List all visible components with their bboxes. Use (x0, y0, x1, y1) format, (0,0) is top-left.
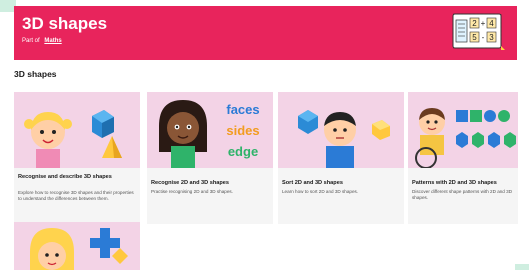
word-label: sides (226, 123, 259, 138)
math-tile: 2 (472, 19, 477, 28)
card-thumbnail: faces sides edge (147, 92, 273, 168)
card-body: Patterns with 2D and 3D shapes Discover … (408, 168, 518, 224)
svg-text:+: + (481, 19, 486, 28)
page-title: 3D shapes (22, 14, 108, 33)
card-body: Recognise and describe 3D shapes Explore… (14, 168, 140, 224)
card-thumbnail (408, 92, 518, 168)
card-thumbnail (14, 92, 140, 168)
maths-board-icon: 2 + 4 5 - 3 (452, 13, 505, 50)
corner-decoration (515, 264, 529, 270)
breadcrumb-prefix: Part of (22, 38, 40, 44)
breadcrumb-link-maths[interactable]: Maths (44, 38, 61, 44)
girl-with-shapes-illustration (24, 110, 122, 168)
boy-wheelchair-patterns-illustration (415, 108, 516, 168)
card-description: Discover different shape patterns with 2… (412, 189, 513, 200)
breadcrumb: Part of Maths (22, 38, 62, 44)
section-title: 3D shapes (14, 69, 57, 79)
math-tile: 4 (489, 19, 494, 28)
girl-with-words-illustration: faces sides edge (159, 100, 260, 168)
math-tile: 3 (489, 33, 494, 42)
card-description: Explore how to recognise 3D shapes and t… (18, 190, 134, 201)
word-label: faces (226, 102, 259, 117)
card-description: Practise recognising 2D and 3D shapes. (151, 189, 233, 194)
card-thumbnail (14, 222, 140, 270)
card-body: Recognise 2D and 3D shapes Practise reco… (147, 168, 273, 224)
math-tile: 5 (472, 33, 477, 42)
card-title: Recognise 2D and 3D shapes (151, 180, 230, 186)
card-description: Learn how to sort 2D and 3D shapes. (282, 189, 359, 194)
card-title: Patterns with 2D and 3D shapes (412, 180, 497, 186)
svg-text:-: - (482, 33, 485, 42)
girl-with-cross-illustration (30, 228, 128, 270)
card-body: Sort 2D and 3D shapes Learn how to sort … (278, 168, 404, 224)
boy-thinking-illustration (298, 110, 390, 168)
header-banner: 3D shapes Part of Maths 2 + 4 5 - 3 (14, 6, 517, 60)
card-title: Recognise and describe 3D shapes (18, 174, 112, 180)
word-label: edge (228, 144, 258, 159)
card-title: Sort 2D and 3D shapes (282, 180, 343, 186)
card-thumbnail (278, 92, 404, 168)
